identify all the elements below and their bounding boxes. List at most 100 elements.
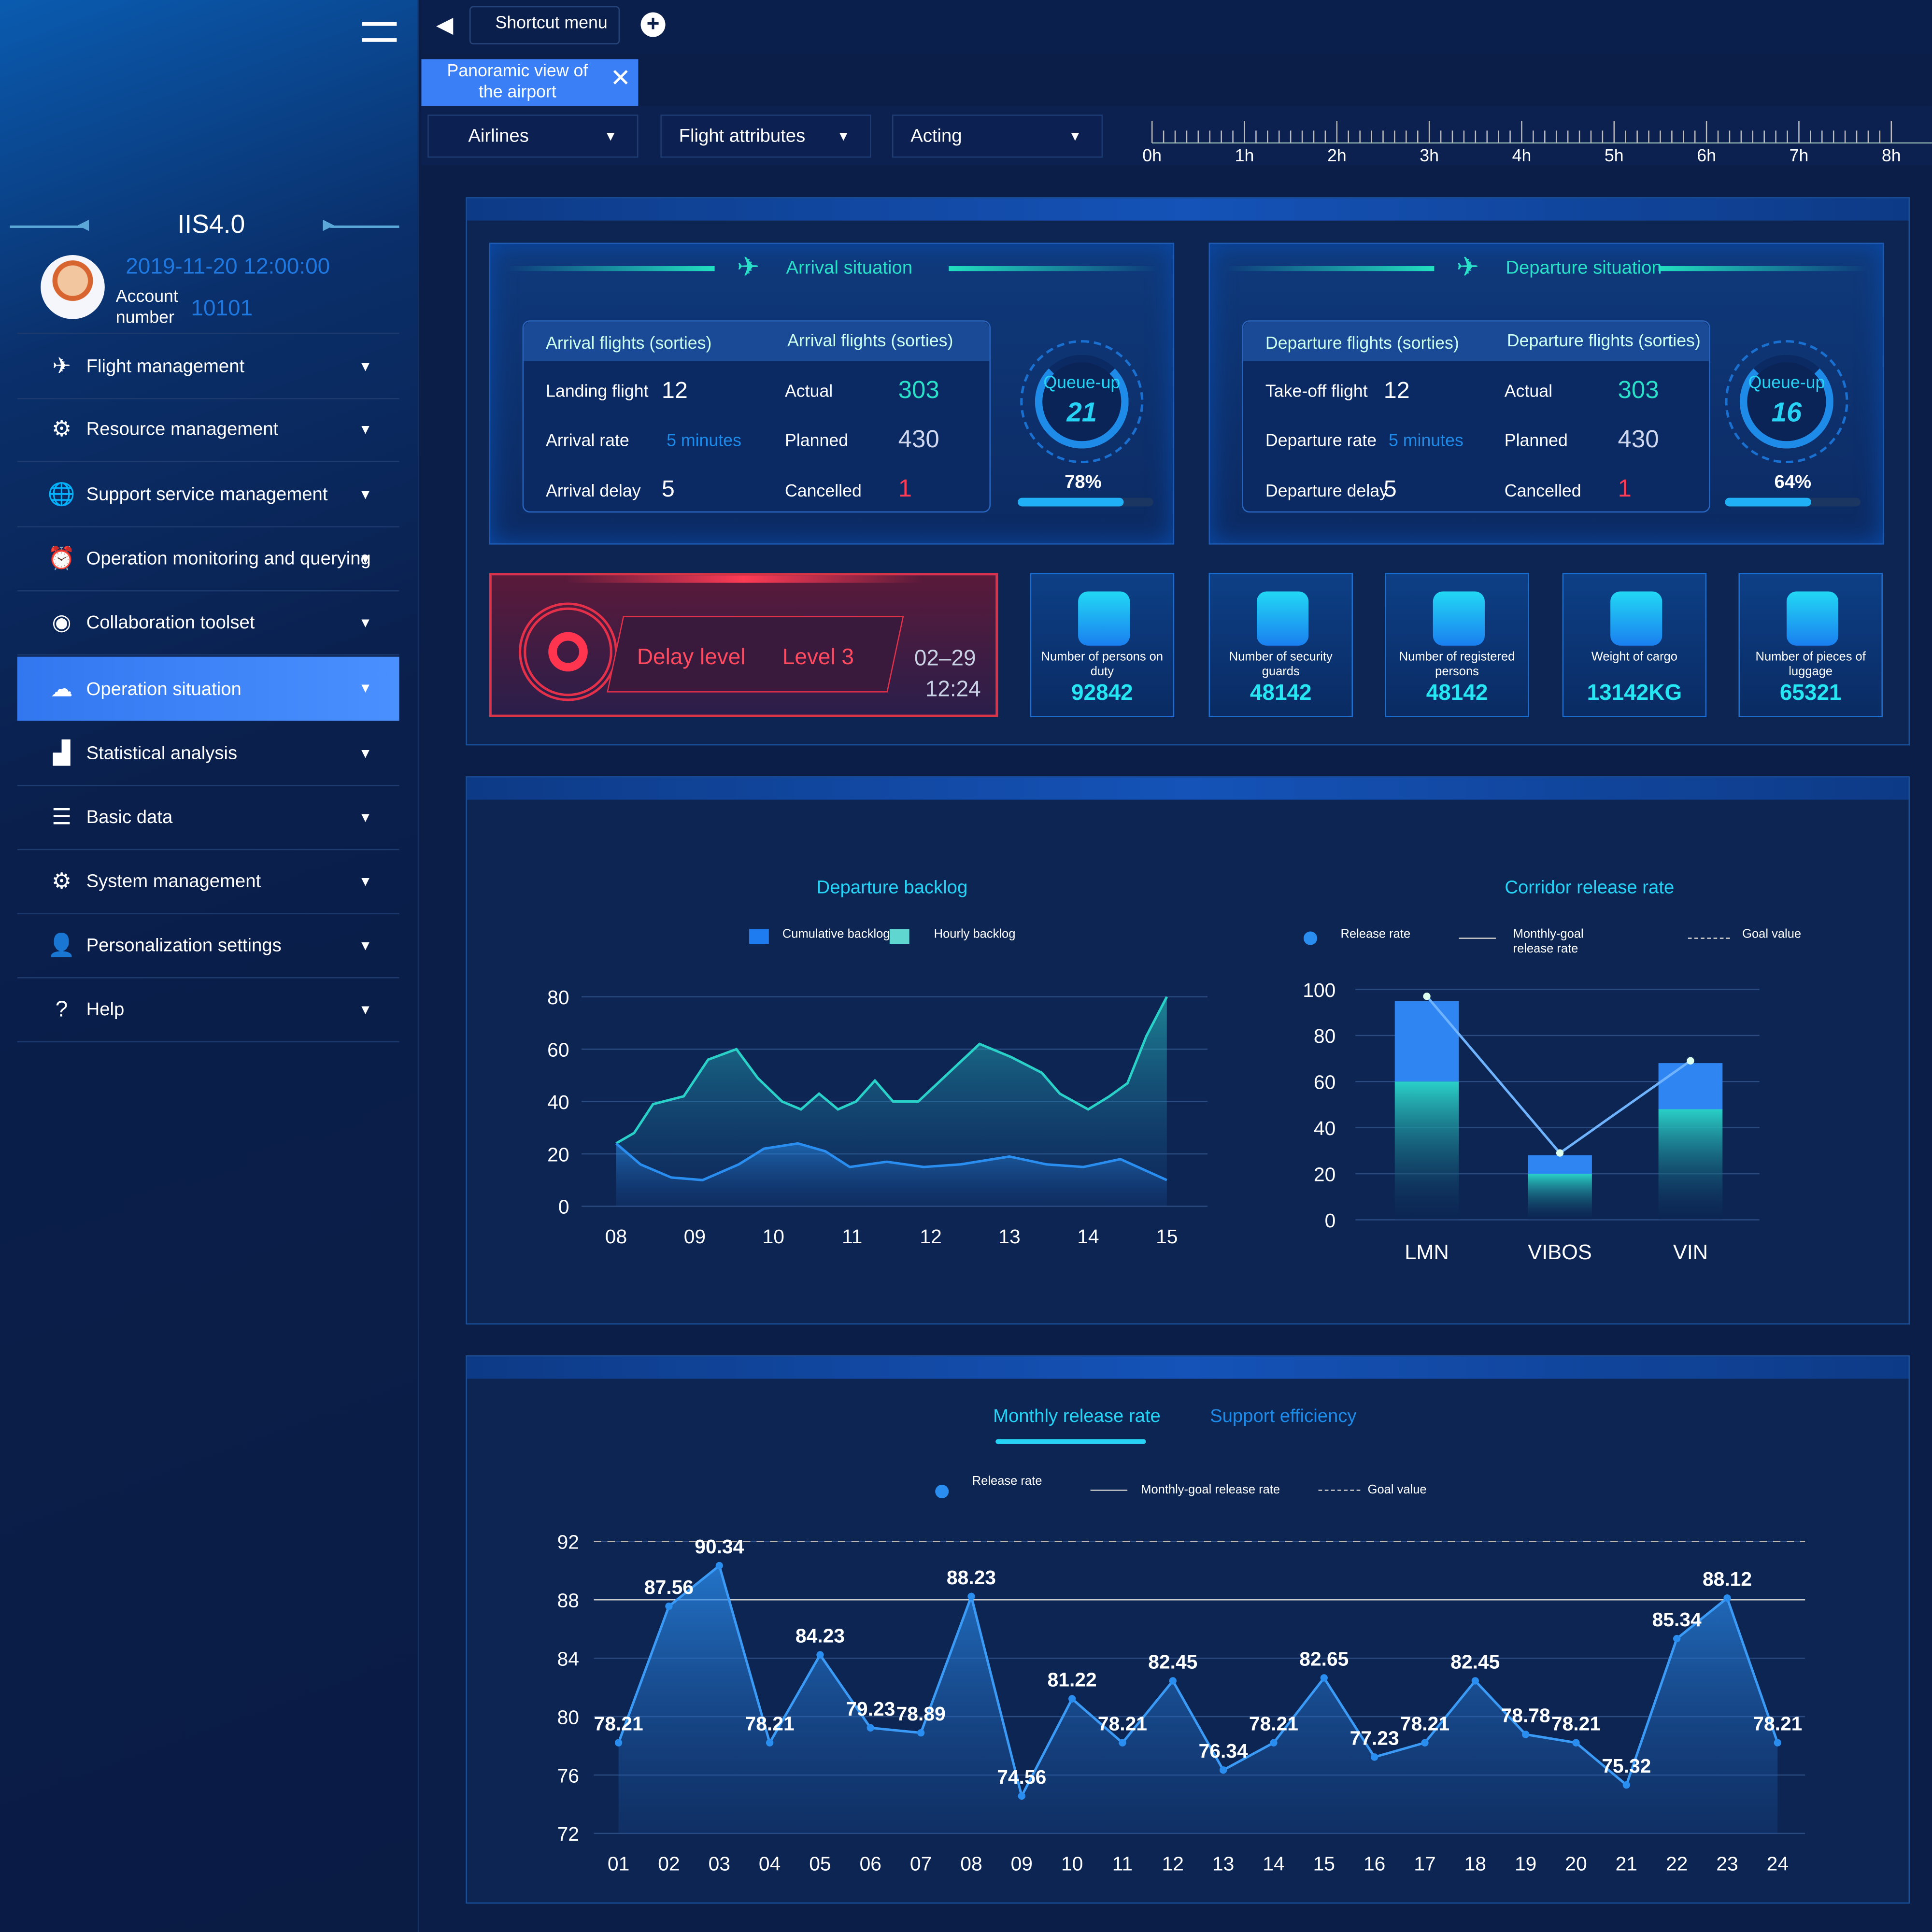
- sidebar-item-resource-management[interactable]: ⚙ Resource management ▼: [17, 398, 399, 462]
- sidebar-item-label: Help: [86, 999, 125, 1021]
- close-icon[interactable]: ✕: [610, 67, 631, 91]
- y-tick-label: 92: [557, 1531, 579, 1553]
- cancelled-value: 1: [898, 475, 912, 503]
- data-label: 88.23: [947, 1566, 996, 1589]
- y-tick-label: 84: [557, 1648, 579, 1670]
- stat-label: Weight of cargo: [1591, 650, 1677, 664]
- row-value: 5 minutes: [1388, 430, 1463, 450]
- x-tick-label: 09: [1011, 1852, 1033, 1875]
- progress-fill: [1018, 497, 1123, 507]
- divider: [10, 225, 84, 228]
- legend-swatch-hourly: [889, 929, 909, 944]
- corridor-release-chart: 0 20 40 60 80 100 LMN VIBOS VIN: [1303, 979, 1760, 1264]
- airplane-icon: ✈: [52, 354, 71, 379]
- x-tick-label: 13: [998, 1225, 1020, 1248]
- data-point: [1774, 1739, 1781, 1747]
- stat-value: 92842: [1071, 680, 1133, 705]
- tab-panoramic-view[interactable]: Panoramic view of the airport ✕: [421, 59, 639, 106]
- x-tick-label: 18: [1464, 1852, 1486, 1875]
- progress-percent: 64%: [1774, 472, 1812, 493]
- airlines-dropdown[interactable]: Airlines ▼: [427, 114, 639, 158]
- prev-arrow-icon[interactable]: ◀: [78, 215, 89, 233]
- queue-gauge: Queue-up 21: [1020, 340, 1144, 464]
- sidebar-item-operation-monitoring-and-querying[interactable]: ⏰ Operation monitoring and querying ▼: [17, 527, 399, 592]
- data-point: [1320, 1674, 1328, 1682]
- release-rate-point: [1687, 1057, 1694, 1065]
- sidebar-item-operation-situation[interactable]: ☁ Operation situation ▼: [17, 656, 399, 721]
- panel-header-strip: [467, 198, 1909, 221]
- x-tick-label: 10: [763, 1225, 784, 1248]
- bar-lower: [1394, 1081, 1459, 1220]
- stat-value: 65321: [1779, 680, 1842, 705]
- y-tick-label: 88: [557, 1590, 579, 1612]
- time-ruler[interactable]: 0h 1h 2h 3h 4h 5h 6h 7h 8h: [1134, 114, 1932, 168]
- sidebar-item-collaboration-toolset[interactable]: ◉ Collaboration toolset ▼: [17, 591, 399, 656]
- legend-cumulative: Cumulative backlog: [782, 927, 890, 941]
- data-label: 74.56: [997, 1766, 1046, 1788]
- legend-line-goal: [1318, 1490, 1361, 1491]
- avatar[interactable]: [41, 255, 105, 319]
- datetime: 2019-11-20 12:00:00: [126, 254, 330, 279]
- row-label: Arrival rate: [546, 430, 629, 450]
- y-tick-label: 40: [1314, 1117, 1335, 1139]
- sidebar-item-flight-management[interactable]: ✈ Flight management ▼: [17, 335, 399, 399]
- data-point: [1018, 1792, 1025, 1800]
- row-value: 5 minutes: [667, 430, 741, 450]
- data-point: [1270, 1739, 1278, 1747]
- next-arrow-icon[interactable]: ▶: [323, 215, 334, 233]
- title-line: [1224, 266, 1435, 271]
- data-point: [1673, 1634, 1681, 1643]
- queue-value: 16: [1771, 397, 1802, 428]
- stat-label: Number of security guards: [1229, 650, 1333, 679]
- x-tick-label: 22: [1666, 1852, 1688, 1875]
- queue-label: Queue-up: [1043, 372, 1121, 392]
- data-label: 78.21: [745, 1713, 795, 1735]
- shortcut-menu-button[interactable]: Shortcut menu: [469, 6, 620, 44]
- row-value: 12: [661, 378, 688, 404]
- hamburger-menu-icon[interactable]: [362, 22, 397, 42]
- sidebar-item-support-service-management[interactable]: 🌐 Support service management ▼: [17, 463, 399, 527]
- legend-release-rate: Release rate: [1340, 927, 1411, 941]
- sidebar-item-personalization-settings[interactable]: 👤 Personalization settings ▼: [17, 914, 399, 979]
- cloud-icon: ☁: [50, 676, 73, 701]
- cancelled-value: 1: [1618, 475, 1632, 503]
- stat-card: Number of registered persons 48142: [1385, 573, 1529, 717]
- legend-swatch-cumulative: [749, 929, 769, 944]
- data-label: 76.34: [1199, 1740, 1248, 1762]
- data-point: [614, 1739, 623, 1747]
- data-label: 82.45: [1450, 1650, 1500, 1673]
- queue-gauge: Queue-up 16: [1725, 340, 1848, 464]
- add-icon[interactable]: +: [640, 12, 666, 37]
- data-label: 87.56: [644, 1576, 694, 1598]
- column-header: Arrival flights (sorties): [787, 330, 953, 350]
- sidebar: ◀ ▶ IIS4.0 2019-11-20 12:00:00 Account n…: [0, 0, 419, 1932]
- back-arrow-icon[interactable]: ◀: [436, 13, 453, 39]
- tab-monthly-release-rate[interactable]: Monthly release rate: [993, 1406, 1161, 1427]
- departure-title: Departure situation: [1506, 257, 1662, 279]
- data-point: [1521, 1731, 1530, 1738]
- chevron-down-icon: ▼: [358, 615, 372, 630]
- chevron-down-icon: ▼: [358, 551, 372, 567]
- stat-card: Number of persons on duty 92842: [1030, 573, 1175, 717]
- landing-plane-icon: ✈: [737, 251, 760, 283]
- legend-hourly: Hourly backlog: [934, 927, 1016, 941]
- y-tick-label: 20: [547, 1143, 569, 1165]
- ruler-label: 6h: [1697, 146, 1716, 165]
- gear-dashed-icon: ⚙: [51, 416, 72, 441]
- sidebar-item-basic-data[interactable]: ☰ Basic data ▼: [17, 786, 399, 851]
- acting-dropdown[interactable]: Acting ▼: [892, 114, 1103, 158]
- globe-icon: 🌐: [47, 482, 76, 507]
- sidebar-item-system-management[interactable]: ⚙ System management ▼: [17, 850, 399, 914]
- row-label: Departure rate: [1265, 430, 1377, 450]
- data-point: [1723, 1594, 1731, 1602]
- y-tick-label: 0: [1325, 1209, 1336, 1232]
- tab-support-efficiency[interactable]: Support efficiency: [1210, 1406, 1356, 1427]
- account-label: Account number: [115, 285, 178, 327]
- sidebar-item-help[interactable]: ? Help ▼: [17, 978, 399, 1043]
- row-label: Cancelled: [784, 480, 862, 500]
- queue-value: 21: [1066, 397, 1097, 428]
- sidebar-item-statistical-analysis[interactable]: ▟ Statistical analysis ▼: [17, 722, 399, 786]
- legend-goal-value: Goal value: [1367, 1483, 1427, 1497]
- flight-attributes-dropdown[interactable]: Flight attributes ▼: [660, 114, 871, 158]
- data-label: 88.12: [1703, 1568, 1752, 1590]
